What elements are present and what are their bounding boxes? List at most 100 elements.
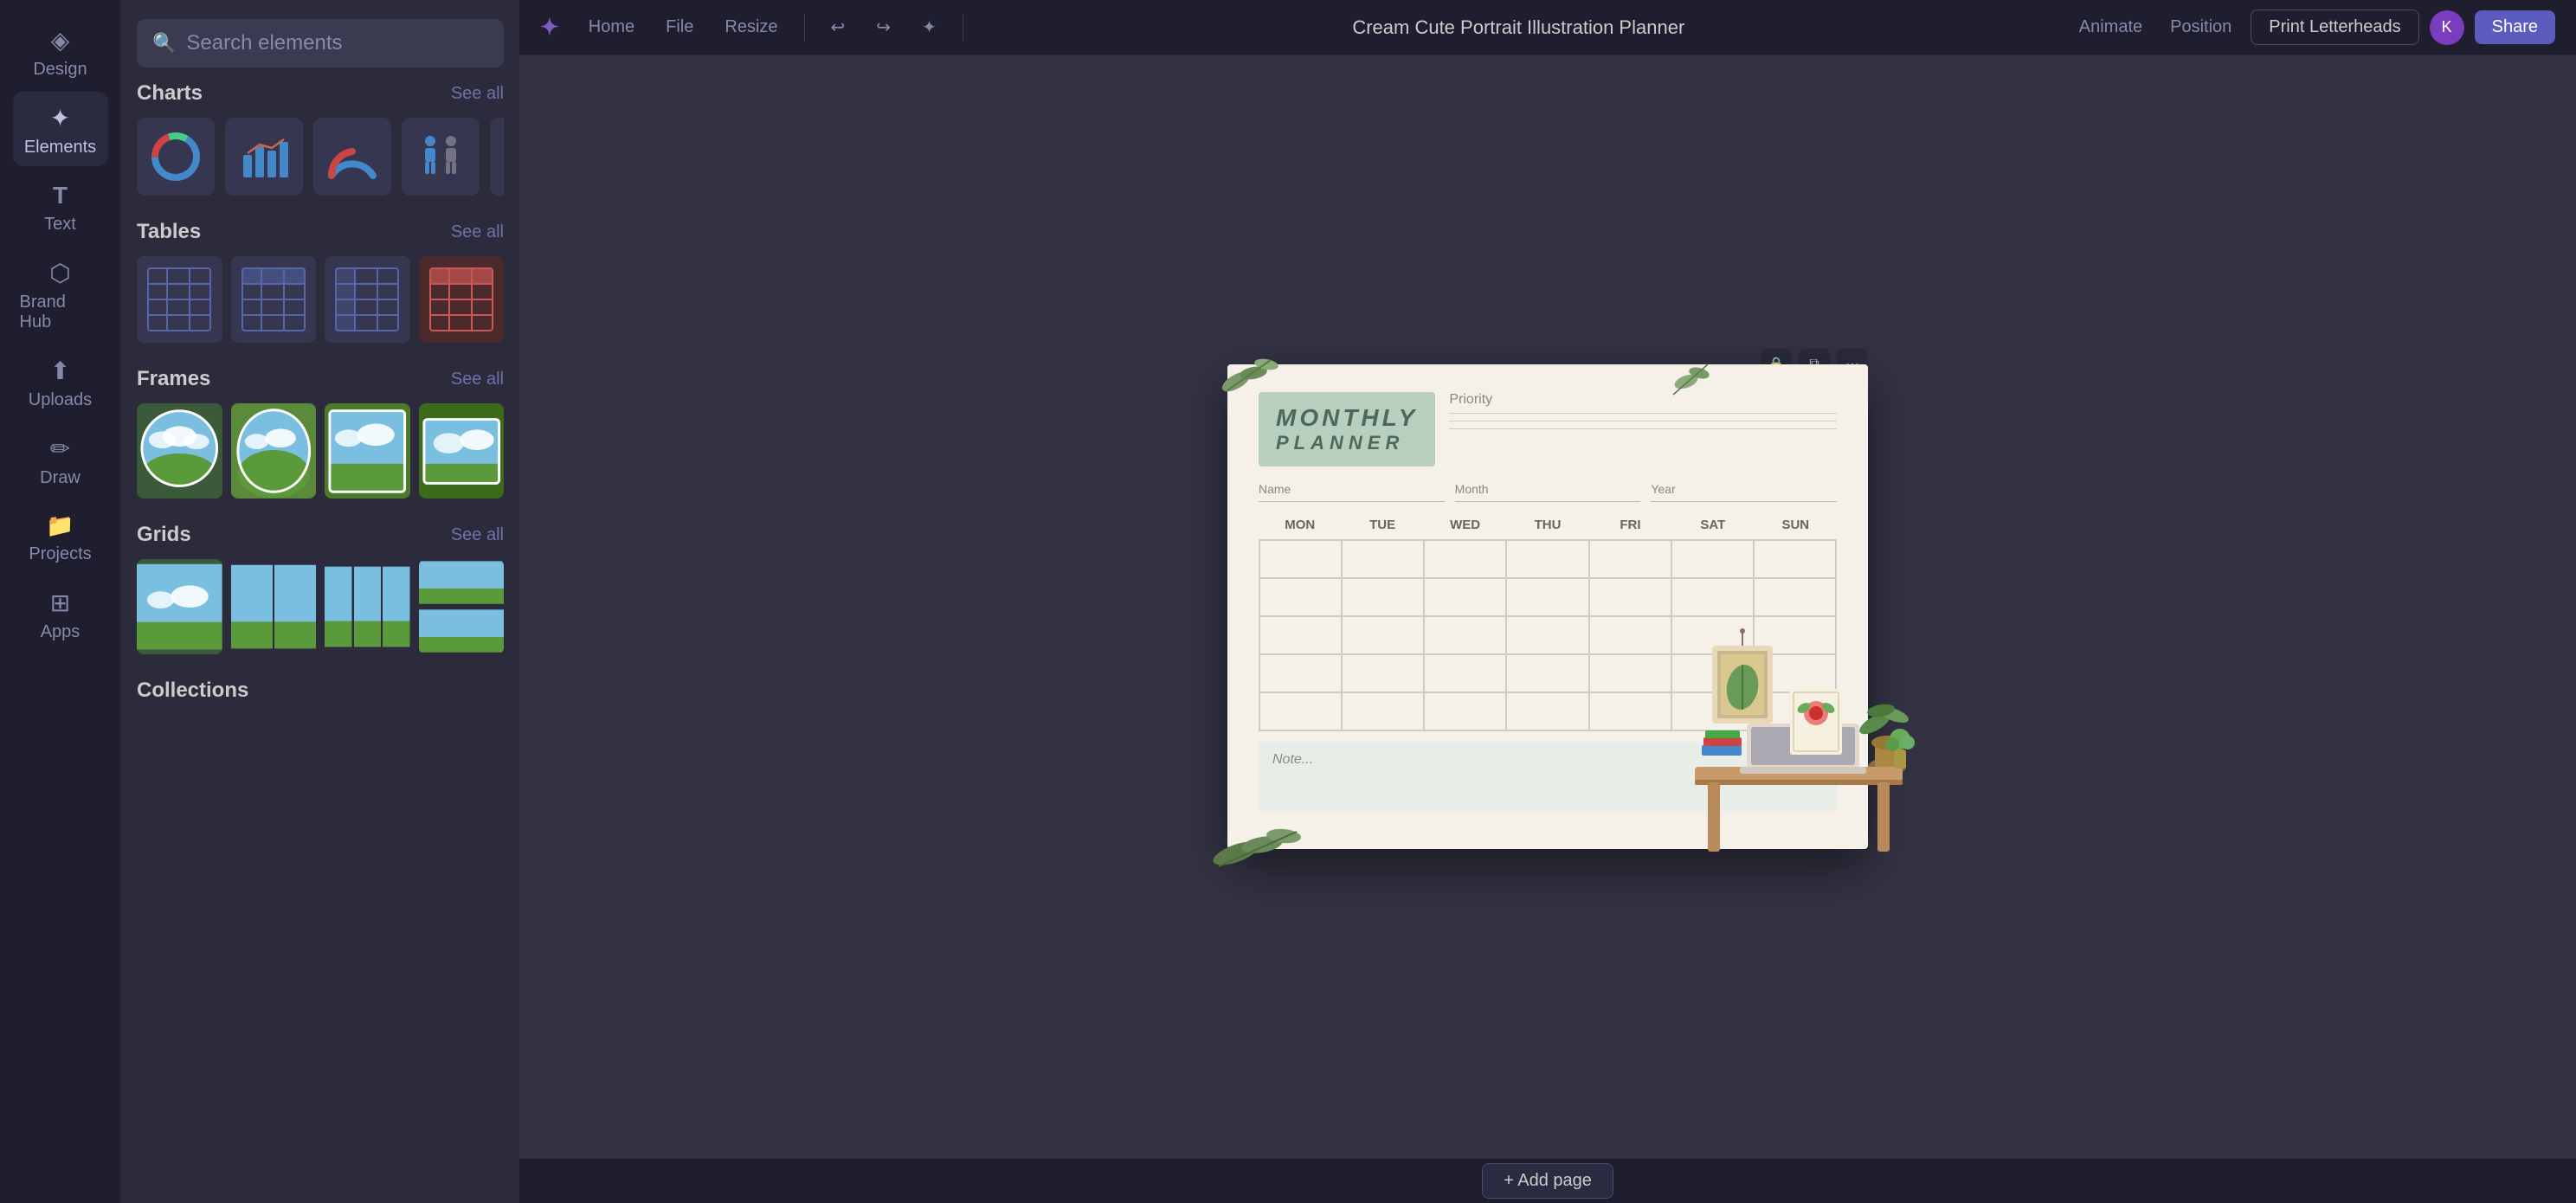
extra-chart-svg bbox=[501, 129, 504, 184]
design-icon: ◈ bbox=[51, 26, 70, 55]
chart-item-donut[interactable] bbox=[137, 118, 215, 196]
file-button[interactable]: File bbox=[657, 12, 702, 42]
table-svg-4 bbox=[427, 265, 496, 334]
frames-grid bbox=[137, 403, 504, 499]
priority-lines bbox=[1449, 413, 1837, 429]
frame-svg-2 bbox=[231, 403, 317, 499]
frame-svg-3 bbox=[325, 403, 410, 499]
uploads-icon: ⬆ bbox=[50, 357, 70, 385]
sidebar-item-draw[interactable]: ✏ Draw bbox=[13, 422, 108, 497]
grid-item-3[interactable] bbox=[325, 559, 410, 654]
cal-cell bbox=[1589, 540, 1671, 578]
grid-item-2[interactable] bbox=[231, 559, 317, 654]
arc-chart-svg bbox=[325, 129, 380, 184]
share-button[interactable]: Share bbox=[2475, 10, 2555, 44]
sidebar-item-apps[interactable]: ⊞ Apps bbox=[13, 576, 108, 651]
charts-section: Charts See all bbox=[121, 81, 519, 220]
position-button[interactable]: Position bbox=[2161, 12, 2240, 42]
grid-item-4[interactable] bbox=[419, 559, 505, 654]
undo-button[interactable]: ↩ bbox=[822, 11, 854, 43]
table-item-2[interactable] bbox=[231, 256, 317, 343]
grid-svg-3c bbox=[383, 559, 410, 654]
cal-cell bbox=[1259, 692, 1342, 730]
cal-cell bbox=[1424, 578, 1506, 616]
cal-day-wed: WED bbox=[1424, 514, 1506, 536]
search-input-wrap[interactable]: 🔍 bbox=[137, 19, 504, 68]
add-page-button[interactable]: + Add page bbox=[1482, 1163, 1613, 1199]
redo-button[interactable]: ↪ bbox=[867, 11, 899, 43]
priority-line-1 bbox=[1449, 413, 1837, 414]
chart-item-bar-line[interactable] bbox=[225, 118, 303, 196]
canvas-area: ✦ Home File Resize ↩ ↪ ✦ Cream Cute Port… bbox=[519, 0, 2576, 1203]
cal-cell bbox=[1506, 654, 1588, 692]
tables-see-all-button[interactable]: See all bbox=[451, 222, 504, 242]
name-field: Name bbox=[1259, 482, 1445, 502]
cal-day-thu: THU bbox=[1506, 514, 1588, 536]
avatar[interactable]: K bbox=[2430, 10, 2464, 45]
sidebar-item-projects[interactable]: 📁 Projects bbox=[13, 500, 108, 573]
print-button[interactable]: Print Letterheads bbox=[2251, 10, 2418, 45]
magic-button[interactable]: ✦ bbox=[913, 11, 945, 43]
sidebar-item-label-brand-hub: Brand Hub bbox=[20, 293, 101, 332]
cal-cell bbox=[1424, 692, 1506, 730]
planner-card: MONTHLY PLANNER Priority bbox=[1227, 364, 1868, 849]
frame-item-2[interactable] bbox=[231, 403, 317, 499]
collections-section: Collections bbox=[121, 679, 519, 720]
grids-see-all-button[interactable]: See all bbox=[451, 525, 504, 545]
cal-cell bbox=[1506, 616, 1588, 654]
resize-button[interactable]: Resize bbox=[716, 12, 786, 42]
frames-section: Frames See all bbox=[121, 367, 519, 523]
grid-svg-2b bbox=[274, 559, 316, 654]
table-item-1[interactable] bbox=[137, 256, 222, 343]
search-bar: 🔍 bbox=[121, 0, 519, 81]
charts-see-all-button[interactable]: See all bbox=[451, 84, 504, 104]
search-input[interactable] bbox=[186, 31, 488, 55]
priority-line-3 bbox=[1449, 428, 1837, 429]
frame-item-3[interactable] bbox=[325, 403, 410, 499]
frames-see-all-button[interactable]: See all bbox=[451, 370, 504, 389]
grid-item-1[interactable] bbox=[137, 559, 222, 654]
chart-item-arc[interactable] bbox=[313, 118, 391, 196]
priority-label: Priority bbox=[1449, 392, 1837, 408]
frame-svg-4 bbox=[419, 403, 505, 499]
grids-grid bbox=[137, 559, 504, 654]
grid-svg-1 bbox=[137, 559, 222, 654]
chart-item-person[interactable] bbox=[402, 118, 480, 196]
tables-grid bbox=[137, 256, 504, 343]
cal-cell bbox=[1589, 616, 1671, 654]
sidebar-item-label-text: Text bbox=[44, 215, 76, 235]
grid-svg-4a bbox=[419, 559, 505, 606]
tables-section: Tables See all bbox=[121, 220, 519, 367]
planner-wrapper: 🔒 ⧉ ⋯ MONTHLY bbox=[1227, 364, 1868, 849]
cal-cell bbox=[1424, 654, 1506, 692]
grid-svg-3a bbox=[325, 559, 352, 654]
sidebar-item-design[interactable]: ◈ Design bbox=[13, 14, 108, 88]
year-field: Year bbox=[1651, 482, 1837, 502]
cal-cell bbox=[1342, 578, 1424, 616]
table-svg-2 bbox=[239, 265, 308, 334]
frame-item-1[interactable] bbox=[137, 403, 222, 499]
cal-day-sat: SAT bbox=[1671, 514, 1754, 536]
home-button[interactable]: Home bbox=[580, 12, 643, 42]
grids-section: Grids See all bbox=[121, 523, 519, 679]
chart-item-extra[interactable] bbox=[490, 118, 504, 196]
cal-cell bbox=[1259, 654, 1342, 692]
animate-button[interactable]: Animate bbox=[2070, 12, 2151, 42]
frame-item-4[interactable] bbox=[419, 403, 505, 499]
sidebar-item-elements[interactable]: ✦ Elements bbox=[13, 92, 108, 166]
brand-hub-icon: ⬡ bbox=[49, 259, 70, 287]
collections-title: Collections bbox=[137, 679, 248, 702]
sidebar-item-label-projects: Projects bbox=[29, 544, 91, 564]
planner-monthly-label: MONTHLY bbox=[1276, 404, 1418, 432]
cal-cell bbox=[1754, 692, 1836, 730]
meta-row: Name Month Year bbox=[1259, 482, 1837, 502]
sidebar-item-brand-hub[interactable]: ⬡ Brand Hub bbox=[13, 247, 108, 341]
cal-cell bbox=[1259, 616, 1342, 654]
table-item-4[interactable] bbox=[419, 256, 505, 343]
calendar-header: MON TUE WED THU FRI SAT SUN bbox=[1259, 514, 1837, 536]
table-item-3[interactable] bbox=[325, 256, 410, 343]
text-icon: T bbox=[53, 182, 68, 209]
top-toolbar: ✦ Home File Resize ↩ ↪ ✦ Cream Cute Port… bbox=[519, 0, 2576, 55]
sidebar-item-text[interactable]: T Text bbox=[13, 170, 108, 243]
sidebar-item-uploads[interactable]: ⬆ Uploads bbox=[13, 344, 108, 419]
